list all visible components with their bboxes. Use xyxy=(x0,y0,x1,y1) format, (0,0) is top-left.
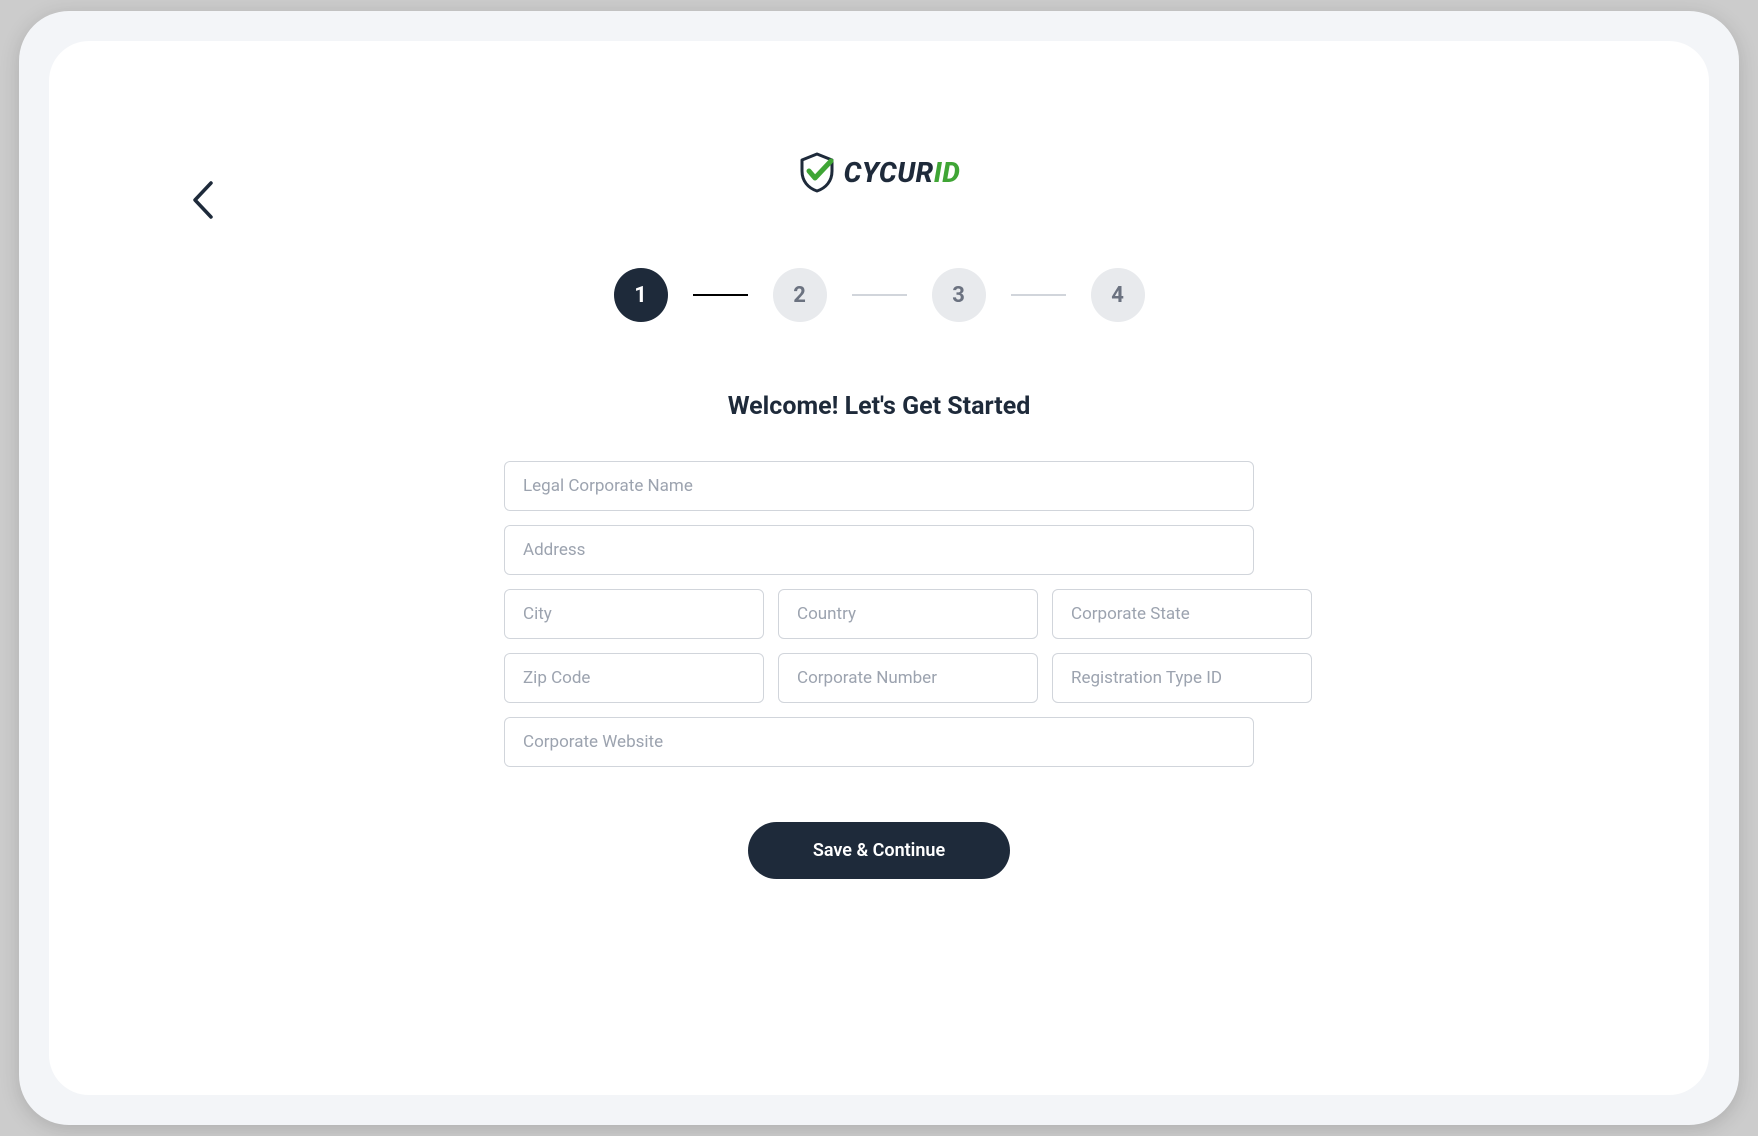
zip-code-input[interactable] xyxy=(504,653,764,703)
outer-frame: CYCURID 1 2 3 4 Welcome! Let's Get Start… xyxy=(19,11,1739,1125)
step-1[interactable]: 1 xyxy=(614,268,668,322)
step-connector xyxy=(693,294,748,296)
step-2[interactable]: 2 xyxy=(773,268,827,322)
address-input[interactable] xyxy=(504,525,1254,575)
step-connector xyxy=(1011,294,1066,296)
city-input[interactable] xyxy=(504,589,764,639)
form-container: Save & Continue xyxy=(504,461,1254,879)
save-continue-button[interactable]: Save & Continue xyxy=(748,822,1010,879)
stepper: 1 2 3 4 xyxy=(149,268,1609,322)
corporate-website-input[interactable] xyxy=(504,717,1254,767)
step-3[interactable]: 3 xyxy=(932,268,986,322)
country-input[interactable] xyxy=(778,589,1038,639)
step-4[interactable]: 4 xyxy=(1091,268,1145,322)
inner-frame: CYCURID 1 2 3 4 Welcome! Let's Get Start… xyxy=(49,41,1709,1095)
logo: CYCURID xyxy=(149,151,1609,193)
corporate-number-input[interactable] xyxy=(778,653,1038,703)
corporate-state-input[interactable] xyxy=(1052,589,1312,639)
back-button[interactable] xyxy=(189,179,215,225)
chevron-left-icon xyxy=(189,179,215,221)
step-connector xyxy=(852,294,907,296)
logo-text: CYCURID xyxy=(844,156,961,189)
registration-type-input[interactable] xyxy=(1052,653,1312,703)
shield-check-icon xyxy=(798,151,836,193)
legal-corporate-name-input[interactable] xyxy=(504,461,1254,511)
page-title: Welcome! Let's Get Started xyxy=(149,392,1609,421)
